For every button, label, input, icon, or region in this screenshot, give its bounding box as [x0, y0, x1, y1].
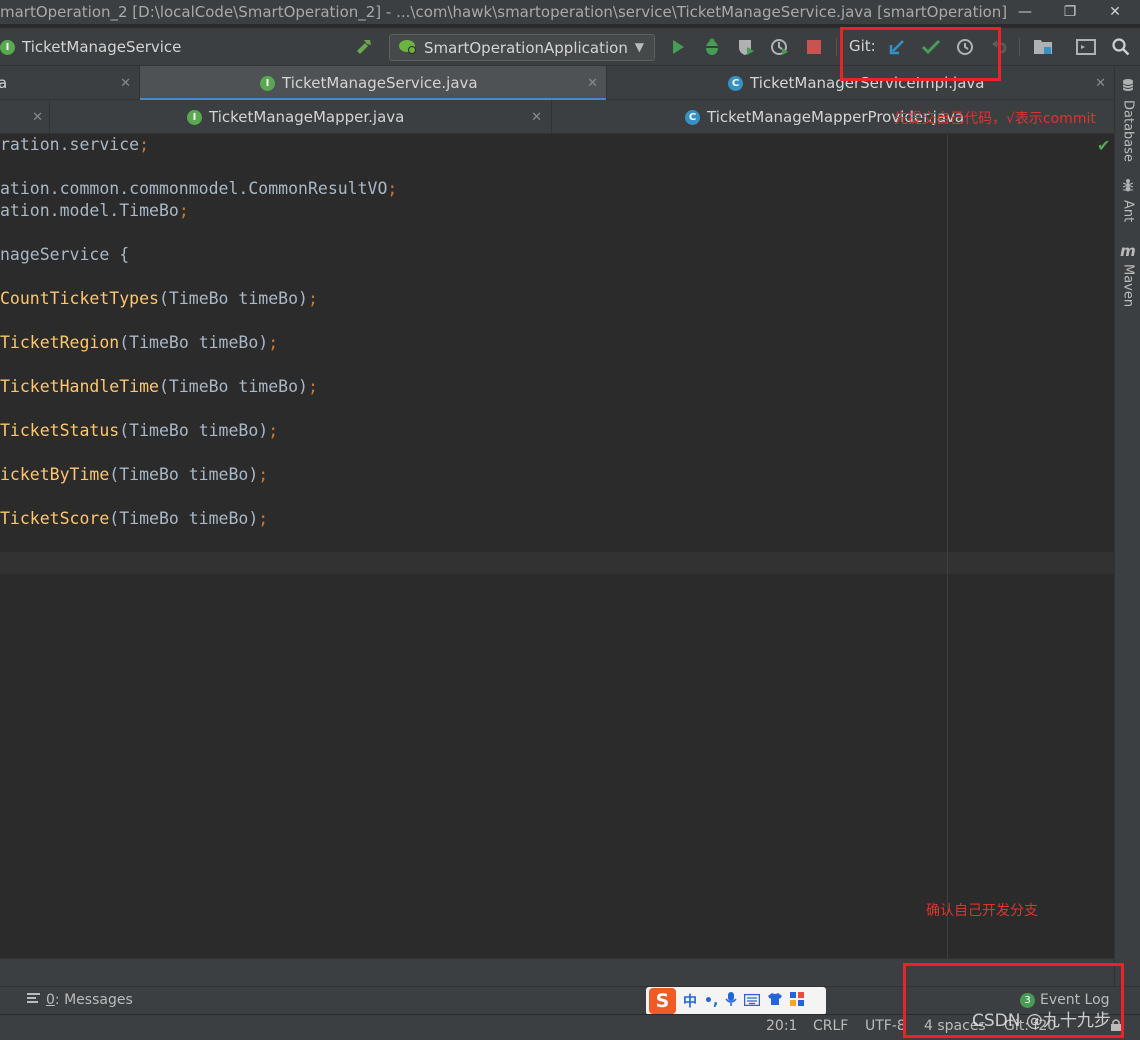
run-configuration-selector[interactable]: SmartOperationApplication ▼ [389, 34, 655, 61]
code-line-method: TicketScore(TimeBo timeBo); [0, 509, 269, 528]
code-line-method: CountTicketTypes(TimeBo timeBo); [0, 289, 318, 308]
method-args: (TimeBo timeBo) [158, 289, 308, 308]
code-line-package: ration.service; [0, 135, 150, 154]
sogou-logo-icon: S [649, 988, 676, 1014]
code-editor[interactable]: ✔ ration.service; ation.common.commonmod… [0, 134, 1114, 958]
right-margin-guide [947, 134, 948, 958]
breadcrumb[interactable]: I TicketManageService [0, 36, 181, 58]
code-text: ation.common.commonmodel.CommonResultVO [0, 179, 388, 198]
ant-icon [1121, 178, 1135, 196]
method-args: (TimeBo timeBo) [158, 377, 308, 396]
close-tab-icon[interactable]: ✕ [587, 76, 598, 91]
microphone-icon[interactable] [725, 991, 737, 1011]
tool-label: Ant [1120, 200, 1136, 223]
ime-punctuation-toggle[interactable]: •, [704, 993, 718, 1009]
code-line-import: ation.common.commonmodel.CommonResultVO; [0, 179, 398, 198]
class-icon: C [728, 75, 743, 91]
class-icon: C [685, 109, 700, 125]
line-separator[interactable]: CRLF [813, 1018, 848, 1034]
caret-position[interactable]: 20:1 [766, 1018, 797, 1034]
maven-icon: m [1120, 242, 1136, 260]
title-bar: martOperation_2 [D:\localCode\SmartOpera… [0, 0, 1140, 24]
search-icon[interactable] [1110, 36, 1132, 58]
code-text: ation.model.TimeBo [0, 201, 179, 220]
code-line-interface-decl: nageService { [0, 244, 129, 266]
ime-toolbar[interactable]: S 中 •, [646, 987, 826, 1015]
tool-label: Database [1120, 100, 1136, 163]
messages-icon [27, 992, 41, 1008]
interface-icon: I [187, 109, 202, 125]
ime-language-toggle[interactable]: 中 [683, 991, 697, 1011]
messages-shortcut: 0 [46, 992, 55, 1008]
code-line-import: ation.model.TimeBo; [0, 201, 189, 220]
breadcrumb-class-label: TicketManageService [22, 38, 182, 56]
tool-maven[interactable]: m Maven [1118, 242, 1138, 307]
file-encoding[interactable]: UTF-8 [865, 1018, 906, 1034]
debug-bug-icon[interactable] [701, 36, 723, 58]
method-args: (TimeBo timeBo) [119, 421, 269, 440]
code-text: nageService { [0, 245, 130, 264]
skin-shirt-icon[interactable] [767, 992, 783, 1010]
method-name: icketByTime [0, 465, 110, 484]
annotation-branch-note: 确认自己开发分支 [926, 903, 1038, 919]
toolbar-divider [1019, 38, 1020, 56]
method-name: TicketStatus [0, 421, 120, 440]
method-args: (TimeBo timeBo) [109, 465, 259, 484]
terminal-window-icon[interactable] [1075, 36, 1097, 58]
inspection-ok-check-icon[interactable]: ✔ [1097, 136, 1110, 155]
messages-label: : Messages [54, 992, 133, 1008]
tab-partial[interactable]: ✕ [0, 100, 50, 134]
close-tab-icon[interactable]: ✕ [531, 110, 542, 125]
annotation-commit-note: 先提交自己代码，√表示commit [894, 111, 1096, 127]
spring-boot-icon [398, 37, 418, 59]
toolbar-divider [836, 38, 837, 56]
close-tab-icon[interactable]: ✕ [120, 76, 131, 91]
code-line-method: TicketHandleTime(TimeBo timeBo); [0, 377, 318, 396]
restore-button[interactable]: ❐ [1055, 0, 1085, 24]
database-icon [1122, 78, 1134, 96]
close-tab-icon[interactable]: ✕ [32, 110, 43, 125]
profile-icon[interactable] [769, 36, 791, 58]
tab-partial[interactable]: a ✕ [0, 66, 140, 100]
method-args: (TimeBo timeBo) [109, 509, 259, 528]
right-tool-stripe: Database Ant m Maven [1114, 66, 1140, 986]
messages-tool-button[interactable]: 0: Messages [27, 992, 133, 1008]
tab-ticketmanagemapper[interactable]: I TicketManageMapper.java ✕ [50, 100, 552, 134]
interface-icon: I [0, 39, 15, 55]
tool-label: Maven [1120, 264, 1136, 308]
tab-label: a [0, 74, 8, 92]
code-line-method: TicketRegion(TimeBo timeBo); [0, 333, 279, 352]
build-hammer-icon[interactable] [353, 36, 375, 58]
tool-database[interactable]: Database [1118, 78, 1138, 162]
tab-ticketmanageservice[interactable]: I TicketManageService.java ✕ [140, 66, 607, 101]
keyboard-icon[interactable] [744, 992, 761, 1010]
tab-label: TicketManageService.java [282, 74, 478, 92]
method-args: (TimeBo timeBo) [119, 333, 269, 352]
toolbox-grid-icon[interactable] [790, 992, 805, 1010]
code-line-method: icketByTime(TimeBo timeBo); [0, 465, 269, 484]
tab-label: TicketManageMapper.java [209, 108, 405, 126]
method-name: TicketScore [0, 509, 110, 528]
run-icon[interactable] [667, 36, 689, 58]
code-line-method: TicketStatus(TimeBo timeBo); [0, 421, 279, 440]
interface-icon: I [260, 75, 275, 91]
coverage-icon[interactable] [735, 36, 757, 58]
window-title: martOperation_2 [D:\localCode\SmartOpera… [0, 3, 1008, 21]
method-name: CountTicketTypes [0, 289, 159, 308]
stop-icon[interactable] [803, 36, 825, 58]
chevron-down-icon: ▼ [634, 40, 644, 54]
code-text: ration.service [0, 135, 140, 154]
method-name: TicketRegion [0, 333, 120, 352]
git-toolbar-highlight-box [840, 27, 1001, 81]
method-name: TicketHandleTime [0, 377, 159, 396]
minimize-button[interactable]: — [1010, 0, 1040, 24]
project-structure-icon[interactable] [1032, 36, 1054, 58]
branch-highlight-box [903, 963, 1124, 1038]
tool-ant[interactable]: Ant [1118, 178, 1138, 222]
close-window-button[interactable]: ✕ [1100, 0, 1130, 24]
run-config-label: SmartOperationApplication [424, 38, 628, 57]
close-tab-icon[interactable]: ✕ [1095, 76, 1106, 91]
